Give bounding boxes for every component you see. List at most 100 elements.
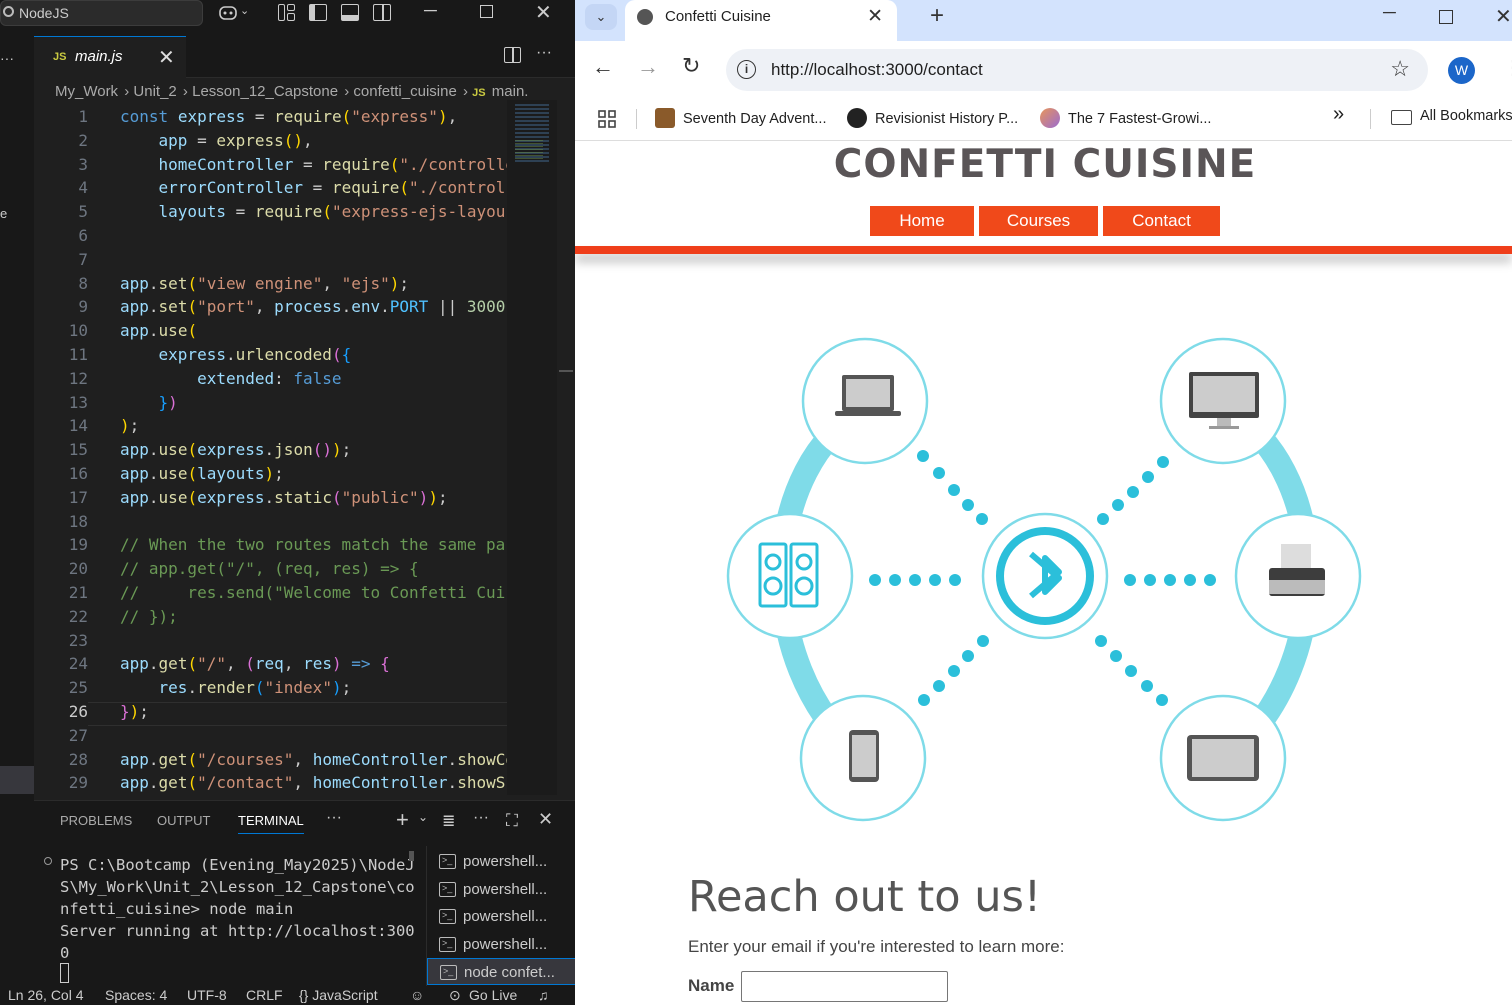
close-window-icon[interactable]: ✕ [535, 0, 555, 24]
site-info-icon[interactable]: i [737, 60, 756, 79]
code-line[interactable]: ); [120, 416, 139, 435]
breadcrumb-item[interactable]: My_Work [55, 83, 118, 100]
copilot-icon[interactable] [218, 4, 238, 22]
close-window-icon[interactable]: ✕ [1495, 4, 1512, 29]
code-line[interactable]: // app.get("/", (req, res) => { [120, 559, 419, 578]
status-language[interactable]: {} JavaScript [299, 987, 378, 1003]
status-go-live[interactable]: Go Live [469, 987, 517, 1003]
code-line[interactable]: layouts = require("express-ejs-layou [120, 202, 506, 221]
code-line[interactable]: app.use(express.static("public")); [120, 488, 448, 507]
code-line[interactable]: // res.send("Welcome to Confetti Cui [120, 583, 505, 602]
toggle-sidebar-icon[interactable] [309, 4, 329, 22]
code-line[interactable]: res.render("index"); [120, 678, 352, 697]
forward-icon[interactable]: → [637, 54, 659, 80]
terminal-item[interactable]: >_ powershell... [427, 903, 575, 930]
code-line[interactable]: }); [120, 702, 149, 721]
chevron-down-icon[interactable]: ⌄ [240, 4, 254, 22]
copilot-status-icon[interactable]: ☺ [410, 987, 424, 1003]
code-line[interactable]: const express = require("express"), [120, 107, 457, 126]
apps-grid-icon[interactable] [598, 110, 616, 132]
tab-terminal[interactable]: TERMINAL [238, 813, 304, 834]
close-tab-icon[interactable]: ✕ [158, 45, 175, 70]
maximize-icon[interactable] [480, 4, 500, 22]
ellipsis-icon[interactable]: ··· [0, 50, 14, 66]
bookmark-item[interactable]: The 7 Fastest-Growi... [1040, 108, 1211, 128]
browser-menu-icon[interactable]: ⋮ [1503, 55, 1512, 80]
panel-more-icon[interactable]: ··· [326, 809, 342, 827]
bell-icon[interactable]: ♫ [538, 987, 549, 1003]
breadcrumb-item[interactable]: confetti_cuisine [353, 83, 456, 100]
back-icon[interactable]: ← [592, 54, 614, 80]
code-line[interactable]: app.get("/courses", homeController.showC… [120, 750, 507, 769]
terminal-item[interactable]: >_ powershell... [427, 876, 575, 903]
nav-contact-link[interactable]: Contact [1103, 206, 1220, 236]
tab-search-icon[interactable]: ⌄ [585, 4, 617, 30]
code-line[interactable]: // When the two routes match the same pa [120, 535, 505, 554]
status-eol[interactable]: CRLF [246, 987, 283, 1003]
browser-tab[interactable]: Confetti Cuisine ✕ [625, 0, 897, 41]
new-terminal-icon[interactable]: + [396, 807, 409, 833]
bookmark-item[interactable]: Seventh Day Advent... [655, 108, 826, 128]
code-line[interactable]: app.set("view engine", "ejs"); [120, 274, 409, 293]
all-bookmarks-folder[interactable]: All Bookmarks [1391, 108, 1512, 125]
bookmark-star-icon[interactable]: ☆ [1390, 56, 1410, 82]
status-cursor-position[interactable]: Ln 26, Col 4 [8, 987, 84, 1003]
code-line[interactable]: homeController = require("./controlle [120, 155, 507, 174]
status-indentation[interactable]: Spaces: 4 [105, 987, 167, 1003]
toggle-secondary-sidebar-icon[interactable] [373, 4, 393, 22]
code-line[interactable]: errorController = require("./control [120, 178, 506, 197]
command-center-search[interactable]: NodeJS [0, 0, 203, 26]
tab-output[interactable]: OUTPUT [157, 813, 210, 828]
reload-icon[interactable]: ↻ [682, 53, 700, 79]
code-line[interactable]: }) [120, 393, 178, 412]
layout-customize-icon[interactable] [278, 4, 298, 22]
tab-problems[interactable]: PROBLEMS [60, 813, 132, 828]
code-line[interactable]: app.use( [120, 321, 197, 340]
terminal-scrollbar[interactable] [409, 851, 414, 861]
maximize-icon[interactable] [1439, 10, 1453, 24]
nav-courses-link[interactable]: Courses [979, 206, 1098, 236]
status-encoding[interactable]: UTF-8 [187, 987, 227, 1003]
name-input[interactable] [741, 971, 948, 1002]
code-line[interactable]: app.set("port", process.env.PORT || 3000 [120, 297, 505, 316]
nav-home-link[interactable]: Home [870, 206, 974, 236]
editor-scrollbar[interactable] [557, 100, 575, 795]
bookmarks-overflow-icon[interactable]: » [1333, 103, 1344, 126]
clear-terminal-icon[interactable]: ≣ [442, 811, 455, 831]
code-line[interactable]: app.use(layouts); [120, 464, 284, 483]
close-tab-icon[interactable]: ✕ [867, 5, 883, 28]
maximize-panel-icon[interactable]: ⛶ [506, 811, 518, 831]
terminal-item-active[interactable]: >_ node confet... [427, 958, 575, 985]
minimap[interactable] [507, 100, 557, 795]
code-line[interactable]: app.get("/contact", homeController.showS [120, 773, 505, 792]
breadcrumb-item[interactable]: Unit_2 [133, 83, 176, 100]
terminal-command-decoration-icon [44, 857, 52, 865]
code-editor[interactable]: 1 const express = require("express"), 2 ap… [34, 105, 507, 795]
code-line[interactable]: extended: false [120, 369, 342, 388]
terminal-more-icon[interactable]: ··· [473, 809, 489, 827]
terminal-output[interactable]: PS C:\Bootcamp (Evening_May2025)\NodeJ S… [60, 854, 415, 964]
toggle-panel-icon[interactable] [341, 4, 361, 22]
breadcrumb-item[interactable]: main. [492, 83, 529, 100]
minimize-icon[interactable]: ─ [424, 0, 444, 20]
address-bar[interactable]: i http://localhost:3000/contact ☆ [726, 49, 1428, 91]
close-panel-icon[interactable]: ✕ [538, 809, 553, 830]
terminal-item[interactable]: >_ powershell... [427, 848, 575, 875]
minimize-icon[interactable]: ─ [1383, 2, 1396, 23]
browser-window: ⌄ Confetti Cuisine ✕ + ─ ✕ ← → ↻ i http:… [575, 0, 1512, 1005]
code-line[interactable]: app.use(express.json()); [120, 440, 351, 459]
breadcrumb-item[interactable]: Lesson_12_Capstone [192, 83, 338, 100]
bookmark-item[interactable]: Revisionist History P... [847, 108, 1018, 128]
more-actions-icon[interactable]: ··· [536, 44, 552, 62]
terminal-item[interactable]: >_ powershell... [427, 931, 575, 958]
chevron-down-icon[interactable]: ⌄ [418, 810, 428, 824]
sidebar-selected-row[interactable] [0, 766, 34, 794]
code-line[interactable]: app.get("/", (req, res) => { [120, 654, 390, 673]
profile-avatar[interactable]: W [1448, 57, 1475, 84]
code-line[interactable]: // }); [120, 607, 178, 626]
tab-main-js[interactable]: JS main.js ✕ [34, 36, 186, 78]
code-line[interactable]: app = express(), [120, 131, 313, 150]
code-line[interactable]: express.urlencoded({ [120, 345, 352, 364]
browser-tab-strip: ⌄ Confetti Cuisine ✕ + ─ ✕ [575, 0, 1512, 41]
new-tab-icon[interactable]: + [930, 2, 944, 30]
